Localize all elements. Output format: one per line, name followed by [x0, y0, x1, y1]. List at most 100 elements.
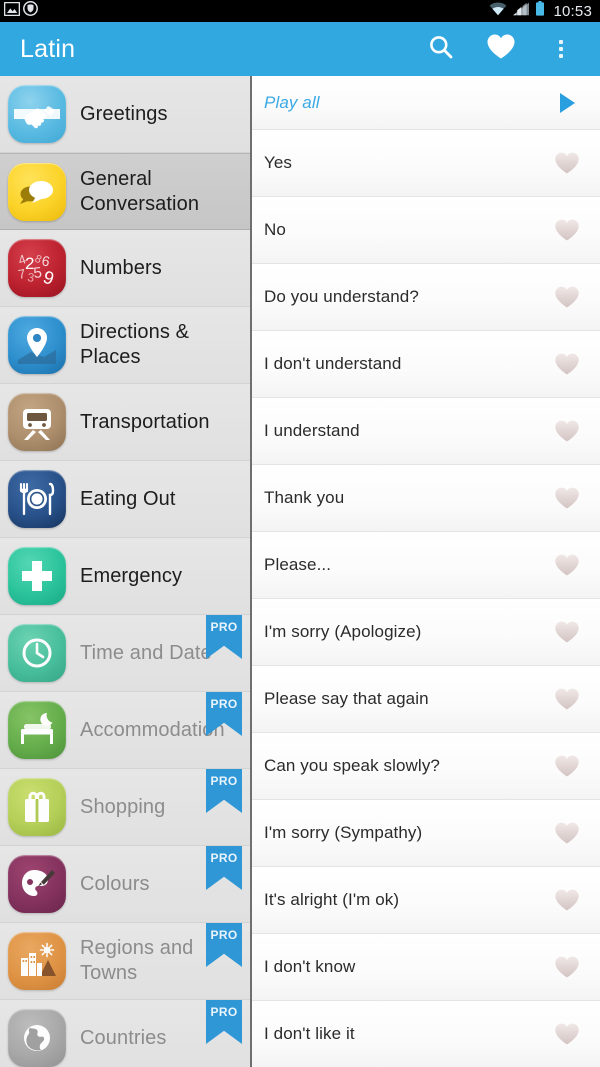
- favorite-toggle[interactable]: [534, 821, 600, 845]
- sidebar-item-general-conversation[interactable]: General Conversation: [0, 153, 250, 230]
- phrase-row[interactable]: Do you understand?: [252, 264, 600, 331]
- sidebar-item-label: Colours: [80, 872, 150, 895]
- phrase-row[interactable]: Please say that again: [252, 666, 600, 733]
- sidebar-item-label: General Conversation: [80, 167, 200, 215]
- category-sidebar[interactable]: Greetings General Conversation 42867359 …: [0, 76, 252, 1067]
- phrase-row[interactable]: I don't like it: [252, 1001, 600, 1067]
- sidebar-item-numbers[interactable]: 42867359 Numbers: [0, 230, 250, 307]
- heart-outline-icon: [555, 956, 579, 978]
- sidebar-item-greetings[interactable]: Greetings: [0, 76, 250, 153]
- heart-outline-icon: [555, 822, 579, 844]
- phrase-text: Can you speak slowly?: [264, 756, 440, 775]
- overflow-menu-button[interactable]: [534, 22, 588, 76]
- phrase-row[interactable]: No: [252, 197, 600, 264]
- sidebar-item-regions-and-towns[interactable]: Regions and Towns PRO: [0, 923, 250, 1000]
- phrase-text: Please say that again: [264, 689, 429, 708]
- clock-icon: [8, 624, 66, 682]
- app-bar-actions: [414, 22, 588, 76]
- pro-badge: PRO: [206, 615, 242, 659]
- status-bar-clock: 10:53: [553, 2, 592, 20]
- heart-outline-icon: [555, 286, 579, 308]
- favorites-button[interactable]: [474, 22, 528, 76]
- phrase-row[interactable]: Please...: [252, 532, 600, 599]
- bed-moon-icon: [8, 701, 66, 759]
- svg-text:9: 9: [41, 267, 57, 289]
- heart-outline-icon: [555, 688, 579, 710]
- sidebar-item-label: Eating Out: [80, 487, 176, 510]
- phrase-text: Yes: [264, 153, 293, 172]
- phrase-text: I don't like it: [264, 1024, 355, 1043]
- handshake-icon: [8, 85, 66, 143]
- phrase-row[interactable]: Thank you: [252, 465, 600, 532]
- favorite-toggle[interactable]: [534, 419, 600, 443]
- main-content: Greetings General Conversation 42867359 …: [0, 76, 600, 1067]
- heart-outline-icon: [555, 554, 579, 576]
- numbers-icon: 42867359: [8, 239, 66, 297]
- favorite-toggle[interactable]: [534, 285, 600, 309]
- pro-badge: PRO: [206, 769, 242, 813]
- speech-bubbles-icon: [8, 162, 66, 221]
- city-mountain-icon: [8, 932, 66, 990]
- sidebar-item-countries[interactable]: Countries PRO: [0, 1000, 250, 1067]
- sidebar-item-label: Shopping: [80, 795, 166, 818]
- favorite-toggle[interactable]: [534, 352, 600, 376]
- phrase-row[interactable]: I'm sorry (Sympathy): [252, 800, 600, 867]
- phrase-text: I understand: [264, 421, 360, 440]
- phrase-row[interactable]: It's alright (I'm ok): [252, 867, 600, 934]
- overflow-menu-icon: [559, 40, 563, 58]
- phrase-text: No: [264, 220, 286, 239]
- favorite-toggle[interactable]: [534, 1022, 600, 1046]
- sidebar-item-time-and-date[interactable]: Time and Date PRO: [0, 615, 250, 692]
- sidebar-item-emergency[interactable]: Emergency: [0, 538, 250, 615]
- sidebar-item-label: Directions & Places: [80, 321, 190, 368]
- map-pin-icon: [8, 316, 66, 374]
- medical-cross-icon: [8, 547, 66, 605]
- favorite-toggle[interactable]: [534, 151, 600, 175]
- sidebar-item-eating-out[interactable]: Eating Out: [0, 461, 250, 538]
- train-icon: [8, 393, 66, 451]
- sidebar-item-transportation[interactable]: Transportation: [0, 384, 250, 461]
- signal-icon: [512, 2, 530, 21]
- heart-outline-icon: [555, 353, 579, 375]
- battery-icon: [535, 1, 545, 21]
- search-button[interactable]: [414, 22, 468, 76]
- play-all-button[interactable]: [534, 92, 600, 113]
- phrase-row[interactable]: I don't know: [252, 934, 600, 1001]
- favorite-toggle[interactable]: [534, 888, 600, 912]
- favorite-toggle[interactable]: [534, 553, 600, 577]
- shield-location-icon: [23, 1, 38, 21]
- favorite-toggle[interactable]: [534, 754, 600, 778]
- status-bar-left-icons: [3, 1, 38, 21]
- favorite-toggle[interactable]: [534, 955, 600, 979]
- heart-outline-icon: [555, 487, 579, 509]
- sidebar-item-directions-places[interactable]: Directions & Places: [0, 307, 250, 384]
- sidebar-item-label: Numbers: [80, 256, 162, 279]
- globe-icon: [8, 1009, 66, 1067]
- favorite-toggle[interactable]: [534, 486, 600, 510]
- phrase-text: Thank you: [264, 488, 345, 507]
- phrase-row[interactable]: I understand: [252, 398, 600, 465]
- favorites-heart-icon: [486, 33, 516, 65]
- status-bar-right-icons: 10:53: [489, 1, 592, 21]
- phrase-row[interactable]: Can you speak slowly?: [252, 733, 600, 800]
- play-all-row[interactable]: Play all: [252, 76, 600, 130]
- sidebar-item-accommodation[interactable]: Accommodation PRO: [0, 692, 250, 769]
- heart-outline-icon: [555, 219, 579, 241]
- sidebar-item-colours[interactable]: Colours PRO: [0, 846, 250, 923]
- phrase-row[interactable]: I don't understand: [252, 331, 600, 398]
- favorite-toggle[interactable]: [534, 218, 600, 242]
- shopping-bag-icon: [8, 778, 66, 836]
- favorite-toggle[interactable]: [534, 687, 600, 711]
- phrase-text: I'm sorry (Apologize): [264, 622, 422, 641]
- phrase-row[interactable]: I'm sorry (Apologize): [252, 599, 600, 666]
- app-screen: 10:53 Latin Greetings General Conversati…: [0, 0, 600, 1067]
- pro-badge: PRO: [206, 846, 242, 890]
- sidebar-item-shopping[interactable]: Shopping PRO: [0, 769, 250, 846]
- image-icon: [3, 1, 21, 21]
- heart-outline-icon: [555, 621, 579, 643]
- phrase-list[interactable]: Play all Yes No Do you understand? I don…: [252, 76, 600, 1067]
- sidebar-item-label: Countries: [80, 1026, 167, 1049]
- phrase-row[interactable]: Yes: [252, 130, 600, 197]
- app-bar: Latin: [0, 22, 600, 76]
- favorite-toggle[interactable]: [534, 620, 600, 644]
